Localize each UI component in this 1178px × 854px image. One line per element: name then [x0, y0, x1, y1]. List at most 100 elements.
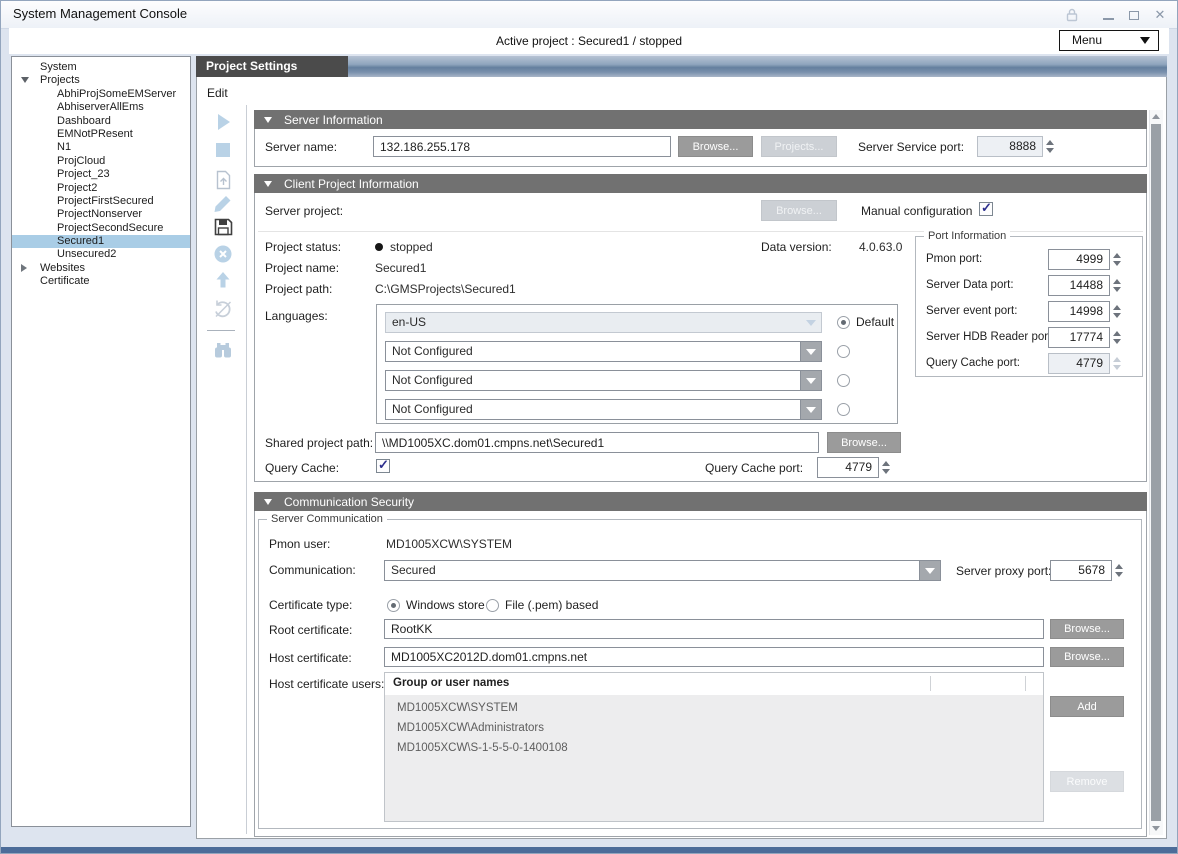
- shared-path-browse-button[interactable]: Browse...: [827, 432, 901, 453]
- server-data-port-spinner[interactable]: 14488: [1048, 275, 1121, 296]
- tree-item-project[interactable]: AbhiProjSomeEMServer: [12, 88, 190, 101]
- tree-item-project[interactable]: Unsecured2: [12, 248, 190, 261]
- expand-icon[interactable]: [21, 264, 27, 272]
- server-browse-button[interactable]: Browse...: [678, 136, 753, 157]
- list-item[interactable]: MD1005XCW\SYSTEM: [397, 702, 518, 714]
- hdb-reader-port-spinner[interactable]: 17774: [1048, 327, 1121, 348]
- menu-dropdown[interactable]: Menu: [1059, 30, 1159, 51]
- close-icon: ✕: [1155, 7, 1166, 23]
- project-status-label: Project status:: [265, 240, 341, 254]
- tree-item-projects[interactable]: Projects: [12, 74, 190, 87]
- root-cert-browse-button[interactable]: Browse...: [1050, 619, 1124, 639]
- language-default-radio[interactable]: [837, 316, 850, 329]
- manual-config-checkbox[interactable]: [979, 202, 993, 216]
- tree-item-project[interactable]: ProjectFirstSecured: [12, 195, 190, 208]
- server-project-browse-button[interactable]: Browse...: [761, 200, 837, 221]
- dropdown-button[interactable]: [800, 371, 821, 390]
- tree-item-project[interactable]: AbhiserverAllEms: [12, 101, 190, 114]
- users-list-header[interactable]: Group or user names: [385, 673, 1043, 696]
- communication-dropdown[interactable]: Secured: [384, 560, 941, 581]
- history-button[interactable]: [211, 297, 235, 321]
- tree-item-project[interactable]: N1: [12, 141, 190, 154]
- spin-down-icon: [1113, 339, 1121, 344]
- service-port-spinner[interactable]: 8888: [977, 136, 1054, 157]
- cancel-icon: [212, 243, 234, 265]
- language-radio-3[interactable]: [837, 374, 850, 387]
- root-cert-input[interactable]: [384, 619, 1044, 639]
- save-icon: [212, 216, 234, 238]
- section-header[interactable]: Communication Security: [254, 492, 1147, 511]
- app-window: System Management Console ✕ Active proje…: [0, 0, 1178, 854]
- query-cache-checkbox[interactable]: [376, 459, 390, 473]
- pmon-port-spinner[interactable]: 4999: [1048, 249, 1121, 270]
- collapse-icon[interactable]: [21, 77, 29, 83]
- scroll-up-icon[interactable]: [1152, 114, 1160, 119]
- dropdown-button[interactable]: [919, 561, 940, 580]
- stop-button[interactable]: [211, 138, 235, 162]
- vertical-scrollbar[interactable]: [1149, 110, 1163, 835]
- dropdown-button[interactable]: [801, 313, 821, 332]
- cert-windows-label: Windows store: [406, 598, 485, 612]
- language-radio-2[interactable]: [837, 345, 850, 358]
- host-cert-browse-button[interactable]: Browse...: [1050, 647, 1124, 667]
- project-status-value: stopped: [375, 240, 433, 254]
- section-header[interactable]: Server Information: [254, 110, 1147, 129]
- tree-item-project-selected[interactable]: Secured1: [12, 235, 190, 248]
- tree-item-websites[interactable]: Websites: [12, 262, 190, 275]
- tree-item-project[interactable]: ProjCloud: [12, 155, 190, 168]
- tree-item-certificate[interactable]: Certificate: [12, 275, 190, 288]
- window-title: System Management Console: [13, 6, 187, 21]
- dropdown-button[interactable]: [800, 400, 821, 419]
- close-button[interactable]: ✕: [1151, 7, 1169, 23]
- tree-item-project[interactable]: ProjectNonserver: [12, 208, 190, 221]
- column-separator[interactable]: [1025, 676, 1026, 691]
- server-event-port-spinner[interactable]: 14998: [1048, 301, 1121, 322]
- list-item[interactable]: MD1005XCW\Administrators: [397, 722, 544, 734]
- manual-config-label: Manual configuration: [861, 204, 972, 218]
- languages-label: Languages:: [265, 309, 328, 323]
- scroll-down-icon[interactable]: [1152, 826, 1160, 831]
- tree-item-project[interactable]: Project_23: [12, 168, 190, 181]
- tree-item-project[interactable]: ProjectSecondSecure: [12, 222, 190, 235]
- language-dropdown-2[interactable]: Not Configured: [385, 341, 822, 362]
- server-name-input[interactable]: [373, 136, 671, 157]
- service-port-label: Server Service port:: [858, 140, 964, 154]
- edit-button[interactable]: [211, 192, 235, 216]
- minimize-button[interactable]: [1099, 7, 1117, 23]
- proxy-port-spinner[interactable]: 5678: [1050, 560, 1123, 581]
- restore-button[interactable]: [211, 168, 235, 192]
- projects-button[interactable]: Projects...: [761, 136, 837, 157]
- tree-item-project[interactable]: Dashboard: [12, 115, 190, 128]
- section-header[interactable]: Client Project Information: [254, 174, 1147, 193]
- cert-file-radio[interactable]: [486, 599, 499, 612]
- spinner-arrows[interactable]: [1046, 136, 1054, 157]
- shared-path-input[interactable]: [375, 432, 819, 453]
- edit-menu[interactable]: Edit: [207, 86, 228, 100]
- language-radio-4[interactable]: [837, 403, 850, 416]
- cert-windows-radio[interactable]: [387, 599, 400, 612]
- save-button[interactable]: [211, 215, 235, 239]
- tree-item-system[interactable]: System: [12, 61, 190, 74]
- column-separator[interactable]: [930, 676, 931, 691]
- language-dropdown-3[interactable]: Not Configured: [385, 370, 822, 391]
- language-dropdown-4[interactable]: Not Configured: [385, 399, 822, 420]
- language-dropdown-1[interactable]: en-US: [385, 312, 822, 333]
- remove-user-button[interactable]: Remove: [1050, 771, 1124, 792]
- query-cache-port-spinner-2[interactable]: 4779: [817, 457, 890, 478]
- tree-item-project[interactable]: Project2: [12, 182, 190, 195]
- tab-project-settings[interactable]: Project Settings: [196, 56, 348, 77]
- upgrade-button[interactable]: [211, 268, 235, 292]
- add-user-button[interactable]: Add: [1050, 696, 1124, 717]
- query-cache-port-spinner[interactable]: 4779: [1048, 353, 1121, 374]
- maximize-button[interactable]: [1125, 7, 1143, 23]
- host-cert-users-label: Host certificate users:: [269, 677, 384, 691]
- cancel-button[interactable]: [211, 242, 235, 266]
- start-button[interactable]: [211, 110, 235, 134]
- communication-label: Communication:: [269, 563, 356, 577]
- scrollbar-thumb[interactable]: [1151, 124, 1161, 821]
- tree-item-project[interactable]: EMNotPResent: [12, 128, 190, 141]
- find-button[interactable]: [211, 338, 235, 362]
- list-item[interactable]: MD1005XCW\S-1-5-5-0-1400108: [397, 742, 568, 754]
- host-cert-input[interactable]: [384, 647, 1044, 667]
- dropdown-button[interactable]: [800, 342, 821, 361]
